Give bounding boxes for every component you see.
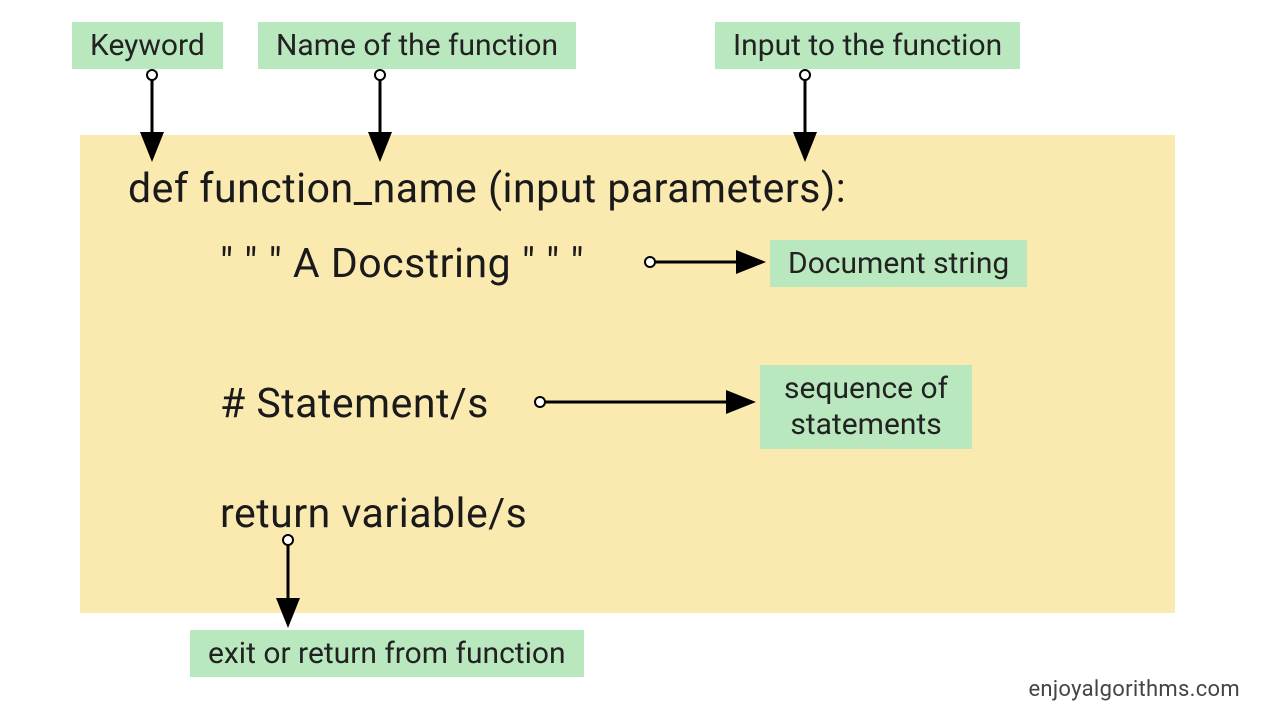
label-statements: sequence of statements bbox=[760, 365, 972, 449]
label-return: exit or return from function bbox=[190, 630, 584, 677]
label-function-name: Name of the function bbox=[258, 22, 576, 69]
label-statements-l2: statements bbox=[790, 407, 941, 442]
code-statement-line: # Statement/s bbox=[220, 380, 489, 428]
label-input: Input to the function bbox=[715, 22, 1020, 69]
code-def-line: def function_name (input parameters): bbox=[128, 165, 846, 213]
label-keyword: Keyword bbox=[72, 22, 223, 69]
watermark: enjoyalgorithms.com bbox=[1028, 677, 1240, 702]
label-document-string: Document string bbox=[770, 240, 1027, 287]
label-statements-l1: sequence of bbox=[784, 371, 948, 406]
code-return-line: return variable/s bbox=[220, 490, 527, 538]
code-docstring-line: " " " A Docstring " " " bbox=[220, 240, 584, 288]
